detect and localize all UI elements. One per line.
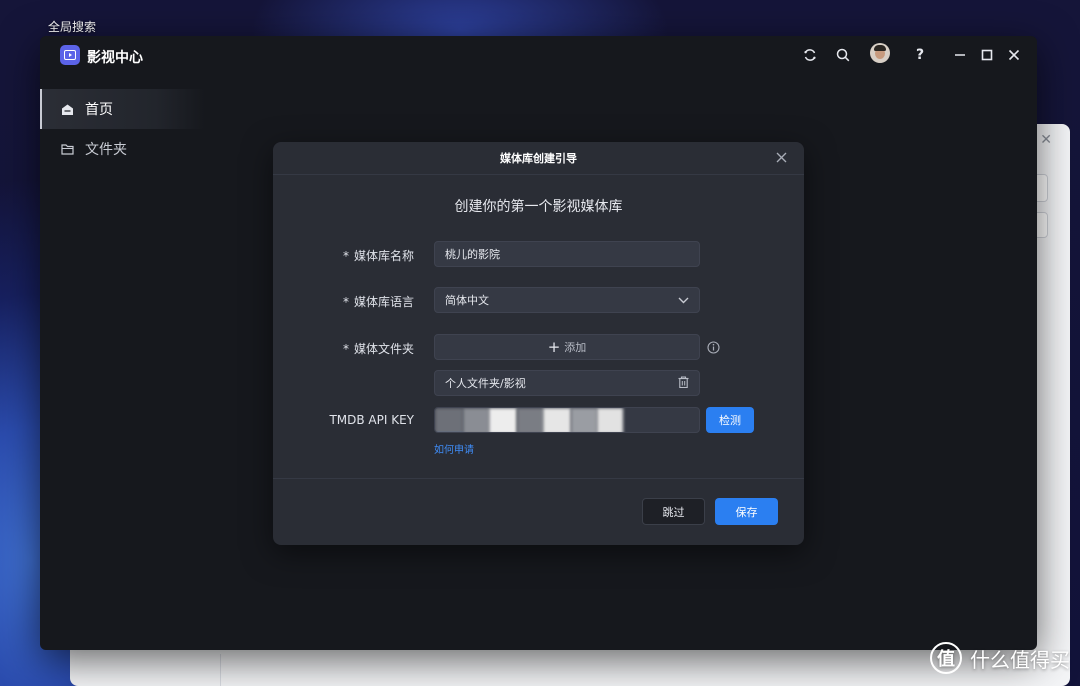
- background-window-divider: [220, 654, 221, 686]
- app-logo-icon: [60, 45, 80, 65]
- folder-icon: [60, 142, 74, 156]
- tmdb-api-key-label: TMDB API KEY: [329, 413, 414, 427]
- required-mark: *: [342, 342, 349, 356]
- detect-button[interactable]: 检测: [706, 407, 754, 433]
- folder-path-item: 个人文件夹/影视: [434, 370, 700, 396]
- titlebar: 影视中心 ?: [40, 36, 1037, 76]
- add-folder-label: 添加: [564, 341, 587, 354]
- search-icon[interactable]: [832, 44, 854, 66]
- close-icon[interactable]: [1003, 44, 1025, 66]
- library-setup-dialog: 媒体库创建引导 创建你的第一个影视媒体库 * 媒体库名称 桃儿的影院 * 媒体库语言…: [273, 142, 804, 545]
- home-icon: [60, 102, 74, 116]
- media-folder-label: * 媒体文件夹: [342, 342, 414, 356]
- sidebar-item-label: 首页: [85, 102, 113, 118]
- watermark-text: 什么值得买: [970, 647, 1070, 672]
- save-button[interactable]: 保存: [715, 498, 778, 525]
- sidebar-item-folder[interactable]: 文件夹: [40, 129, 205, 169]
- plus-icon: +: [547, 338, 561, 356]
- dialog-close-icon[interactable]: [774, 150, 788, 164]
- info-icon[interactable]: [706, 340, 720, 354]
- required-mark: *: [342, 295, 349, 309]
- app-title: 影视中心: [87, 50, 143, 66]
- avatar[interactable]: [870, 43, 890, 63]
- footer-divider: [273, 478, 804, 479]
- maximize-icon[interactable]: [976, 44, 998, 66]
- background-window-close-icon[interactable]: ✕: [1040, 132, 1052, 148]
- library-language-label: * 媒体库语言: [342, 295, 414, 309]
- library-name-label: * 媒体库名称: [342, 249, 414, 263]
- sidebar: 首页 文件夹: [40, 89, 205, 169]
- trash-icon[interactable]: [678, 375, 689, 391]
- chevron-down-icon: [678, 294, 689, 307]
- sidebar-item-home[interactable]: 首页: [40, 89, 205, 129]
- sidebar-item-label: 文件夹: [85, 142, 127, 158]
- library-language-select[interactable]: 简体中文: [434, 287, 700, 313]
- how-to-apply-link[interactable]: 如何申请: [434, 441, 474, 456]
- sync-icon[interactable]: [799, 44, 821, 66]
- dialog-header: 媒体库创建引导: [273, 142, 804, 175]
- library-name-input[interactable]: 桃儿的影院: [434, 241, 700, 267]
- help-icon[interactable]: ?: [909, 44, 931, 66]
- watermark: 值 什么值得买: [930, 642, 1070, 674]
- dialog-heading: 创建你的第一个影视媒体库: [454, 199, 623, 215]
- watermark-logo-icon: 值: [930, 642, 962, 674]
- desktop-global-search-label[interactable]: 全局搜索: [48, 18, 96, 35]
- library-language-value: 简体中文: [445, 294, 489, 307]
- dialog-title: 媒体库创建引导: [500, 152, 577, 165]
- skip-button[interactable]: 跳过: [642, 498, 705, 525]
- required-mark: *: [342, 249, 349, 263]
- minimize-icon[interactable]: [949, 44, 971, 66]
- tmdb-api-key-input[interactable]: [434, 407, 700, 433]
- folder-path-text: 个人文件夹/影视: [445, 377, 526, 390]
- add-folder-button[interactable]: + 添加: [434, 334, 700, 360]
